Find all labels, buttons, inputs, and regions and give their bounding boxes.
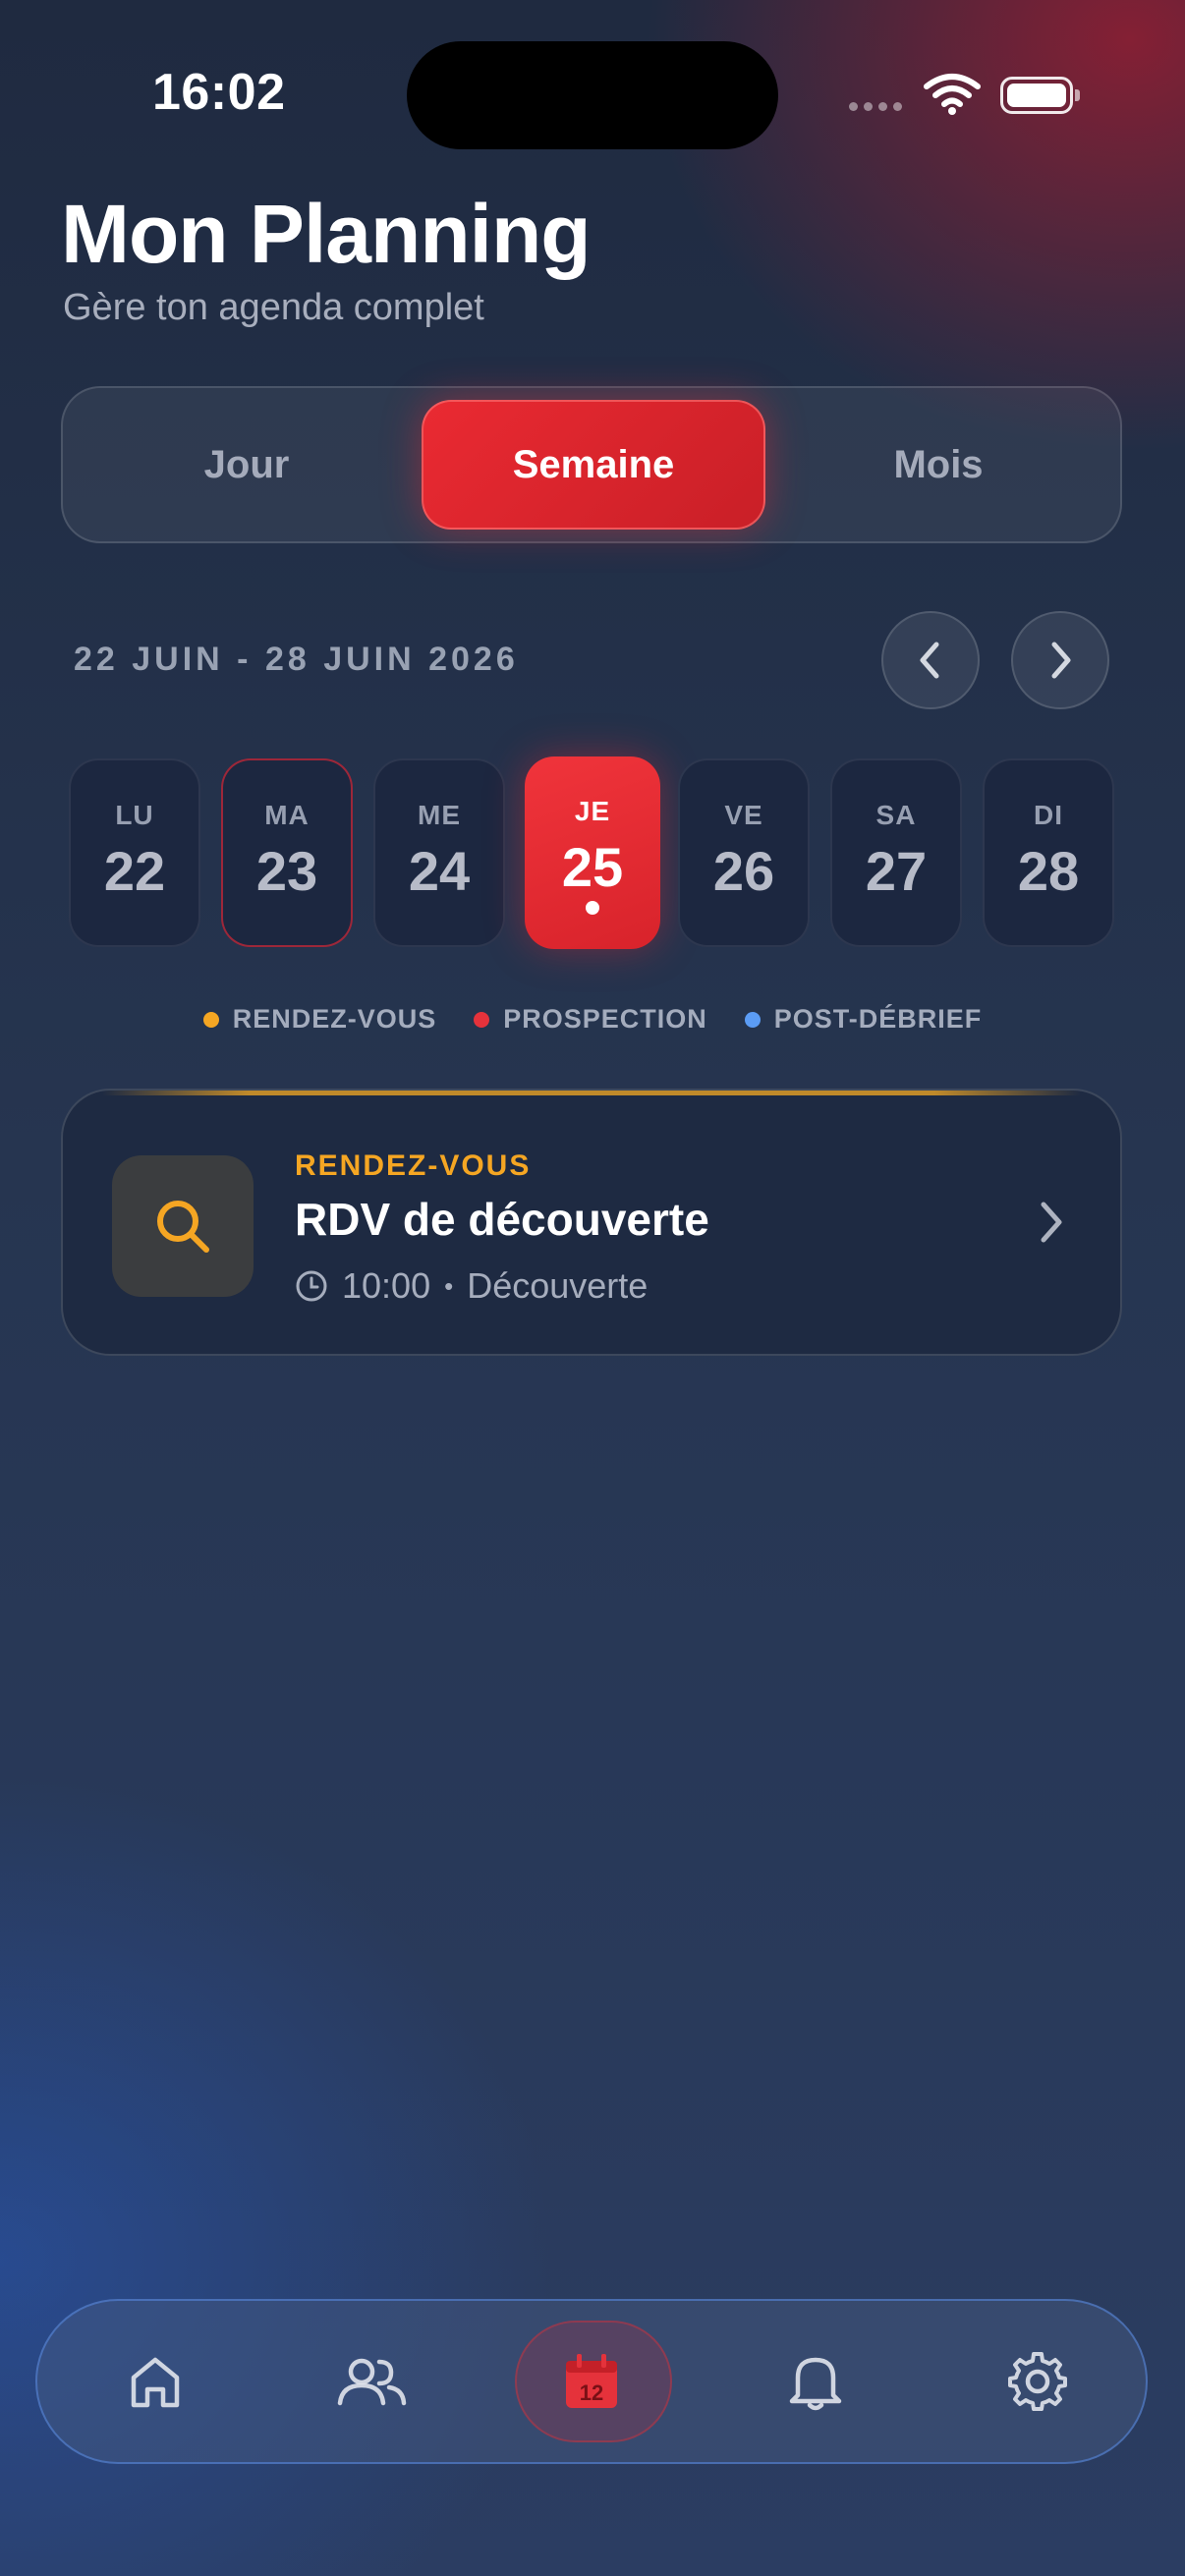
chevron-right-icon <box>1051 642 1071 679</box>
day-cell-ve[interactable]: VE 26 <box>678 758 810 947</box>
day-number: 25 <box>561 836 624 898</box>
day-number: 28 <box>1017 840 1080 902</box>
event-category: RENDEZ-VOUS <box>295 1149 532 1182</box>
event-legend: RENDEZ-VOUS PROSPECTION POST-DÉBRIEF <box>0 1004 1185 1035</box>
day-cell-je[interactable]: JE 25 <box>525 756 660 949</box>
legend-swatch <box>744 1011 761 1028</box>
day-number: 22 <box>103 840 166 902</box>
legend-item-rendezvous: RENDEZ-VOUS <box>202 1004 437 1035</box>
legend-swatch <box>474 1011 490 1028</box>
tab-contacts[interactable] <box>293 2301 450 2462</box>
view-switch: Jour Semaine Mois <box>61 386 1122 543</box>
week-range-label: 22 JUIN - 28 JUIN 2026 <box>74 641 519 678</box>
chevron-right-icon <box>1038 1201 1065 1249</box>
event-icon-box <box>112 1155 254 1297</box>
view-month-tab[interactable]: Mois <box>766 400 1110 530</box>
day-name: VE <box>724 800 763 830</box>
legend-label: POST-DÉBRIEF <box>773 1004 983 1034</box>
previous-week-button[interactable] <box>881 611 980 709</box>
next-week-button[interactable] <box>1011 611 1109 709</box>
day-cell-ma[interactable]: MA 23 <box>221 758 353 947</box>
event-type: Découverte <box>467 1265 649 1306</box>
page-subtitle: Gère ton agenda complet <box>63 287 484 328</box>
page-title: Mon Planning <box>61 188 592 280</box>
cellular-signal-icon <box>849 102 902 111</box>
day-name: LU <box>115 800 154 830</box>
day-cell-me[interactable]: ME 24 <box>373 758 505 947</box>
day-name: DI <box>1034 800 1063 830</box>
event-meta: 10:00 • Découverte <box>295 1265 648 1307</box>
event-card[interactable]: RENDEZ-VOUS RDV de découverte 10:00 • Dé… <box>61 1089 1122 1356</box>
tab-calendar[interactable]: 12 <box>513 2301 672 2462</box>
event-indicator-dot <box>586 901 599 915</box>
day-number: 24 <box>408 840 471 902</box>
legend-item-prospection: PROSPECTION <box>474 1004 707 1035</box>
gear-icon <box>1008 2352 1067 2411</box>
view-day-tab[interactable]: Jour <box>75 400 419 530</box>
event-title: RDV de découverte <box>295 1194 709 1245</box>
legend-label: RENDEZ-VOUS <box>232 1004 437 1034</box>
bell-icon <box>789 2357 842 2411</box>
clock-icon <box>296 1270 327 1302</box>
tab-bar: 12 <box>35 2299 1148 2464</box>
calendar-icon: 12 <box>566 2354 617 2408</box>
day-number: 26 <box>712 840 775 902</box>
day-cell-di[interactable]: DI 28 <box>983 758 1114 947</box>
day-name: SA <box>875 800 917 830</box>
view-week-tab[interactable]: Semaine <box>422 400 765 530</box>
legend-swatch <box>202 1011 219 1028</box>
calendar-badge: 12 <box>580 2380 603 2405</box>
day-number: 23 <box>255 840 318 902</box>
day-cell-lu[interactable]: LU 22 <box>69 758 200 947</box>
battery-icon <box>1000 77 1080 114</box>
day-name: JE <box>574 796 611 826</box>
tab-home[interactable] <box>77 2301 234 2462</box>
tab-settings[interactable] <box>959 2301 1116 2462</box>
event-card-accent <box>102 1091 1081 1095</box>
event-time: 10:00 <box>342 1265 431 1306</box>
status-time: 16:02 <box>152 64 286 121</box>
users-icon <box>337 2358 407 2406</box>
chevron-left-icon <box>920 642 939 679</box>
day-name: ME <box>418 800 461 830</box>
search-icon <box>157 1201 209 1253</box>
wifi-icon <box>924 73 981 121</box>
legend-item-post-debrief: POST-DÉBRIEF <box>744 1004 983 1035</box>
dynamic-island <box>407 41 778 149</box>
tab-notifications[interactable] <box>737 2301 894 2462</box>
day-cell-sa[interactable]: SA 27 <box>830 758 962 947</box>
legend-label: PROSPECTION <box>503 1004 707 1034</box>
home-icon <box>131 2357 180 2408</box>
day-name: MA <box>264 800 310 830</box>
meta-separator: • <box>444 1270 454 1301</box>
day-number: 27 <box>865 840 928 902</box>
